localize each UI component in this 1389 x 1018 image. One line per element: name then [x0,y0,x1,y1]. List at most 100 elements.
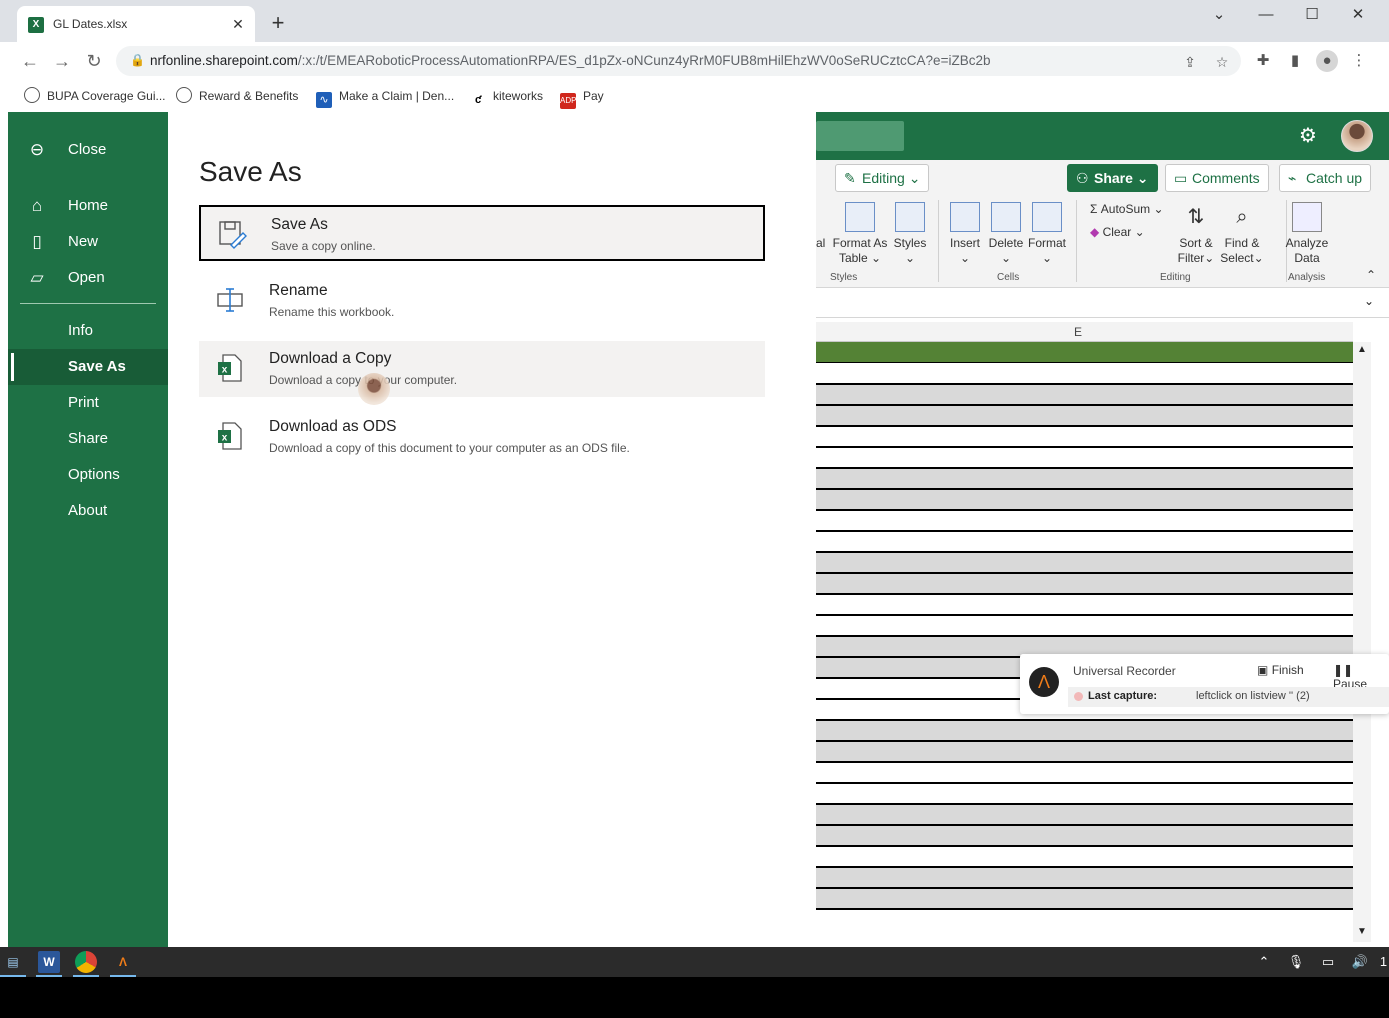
catch-up-label: Catch up [1306,170,1363,186]
editing-mode-button[interactable]: ✎ Editing ⌄ [835,164,930,192]
nav-print[interactable]: Print [8,385,168,421]
nav-label: Save As [68,358,126,375]
nav-save-as[interactable]: Save As [8,349,168,385]
nav-label: Open [68,269,105,286]
styles-button[interactable]: Styles ⌄ [892,202,928,266]
clear-button[interactable]: ◆ Clear ⌄ [1090,225,1145,240]
comments-button[interactable]: ▭ Comments [1165,164,1269,192]
notepad-icon[interactable]: ▤ [0,951,26,977]
bookmark-pay[interactable]: ADP Pay [560,86,604,109]
ods-file-icon: x [218,422,242,450]
battery-icon[interactable]: ▭ [1318,952,1338,972]
recorder-app-icon[interactable]: Λ [110,951,136,977]
delete-cells-icon [991,202,1021,232]
word-icon[interactable]: W [36,951,62,977]
sort-filter-label-2: Filter [1177,251,1205,265]
volume-icon[interactable]: 🔊 [1350,952,1370,972]
rename-option[interactable]: Rename Rename this workbook. [199,273,765,329]
insert-button[interactable]: Insert ⌄ [947,202,983,266]
option-title: Download as ODS [269,418,397,435]
side-panel-icon[interactable]: ▮ [1284,50,1306,72]
back-icon[interactable]: ← [18,49,42,73]
address-bar[interactable]: 🔒 nrfonline.sharepoint.com/:x:/t/EMEARob… [116,46,1241,76]
forward-icon[interactable]: → [50,49,74,73]
format-as-table-button[interactable]: Format As Table ⌄ [832,202,888,266]
lock-icon: 🔒 [130,53,145,67]
excel-icon: X [28,17,44,33]
option-desc: Download a copy of this document to your… [269,441,630,455]
format-button[interactable]: Format ⌄ [1028,202,1066,266]
maximize-button[interactable]: ☐ [1292,4,1332,28]
chrome-icon[interactable] [73,951,99,977]
close-window-button[interactable]: ✕ [1338,4,1378,28]
avatar[interactable] [1341,120,1373,152]
autosum-button[interactable]: Σ AutoSum ⌄ [1090,202,1164,217]
page-title: Save As [199,156,302,187]
vertical-scrollbar[interactable]: ▲ ▼ [1353,342,1371,942]
save-as-option[interactable]: Save As Save a copy online. [199,205,765,261]
share-page-icon[interactable]: ⇪ [1180,52,1200,72]
search-box[interactable] [816,121,904,151]
bookmark-claim[interactable]: ∿ Make a Claim | Den... [316,86,454,108]
new-tab-button[interactable]: + [266,12,290,36]
nav-open[interactable]: ▱ Open [8,260,168,296]
chevron-up-icon[interactable]: ⌃ [1254,952,1274,972]
finish-button[interactable]: ▣ Finish [1257,663,1304,677]
nav-info[interactable]: Info [8,313,168,349]
option-desc: Save a copy online. [271,239,376,253]
share-label: Share [1094,170,1133,186]
extensions-icon[interactable]: ✚ [1252,50,1274,72]
folder-icon: ▱ [30,268,44,287]
catch-up-button[interactable]: ⌁ Catch up [1279,164,1372,192]
menu-icon[interactable]: ⋮ [1348,50,1370,72]
bookmark-kiteworks[interactable]: ƈ kiteworks [470,86,543,106]
reload-icon[interactable]: ↻ [82,49,106,73]
styles-label: Styles [893,236,927,250]
expand-formula-icon[interactable]: ⌄ [1364,294,1374,308]
browser-tab[interactable]: X GL Dates.xlsx ✕ [17,6,255,42]
pause-icon: ❚❚ [1333,663,1354,677]
recorder-name: Universal Recorder [1073,664,1176,678]
gear-icon[interactable]: ⚙ [1296,124,1320,148]
table-format-icon [845,202,875,232]
tab-title: GL Dates.xlsx [53,17,128,31]
nav-options[interactable]: Options [8,457,168,493]
download-copy-option[interactable]: x Download a Copy Download a copy to you… [199,341,765,397]
group-cells-label: Cells [997,272,1020,283]
insert-cells-icon [950,202,980,232]
analyze-label: Analyze [1285,236,1329,250]
analyze-data-button[interactable]: Analyze Data [1284,202,1330,266]
profile-icon[interactable]: ● [1316,50,1338,72]
scroll-up-icon[interactable]: ▲ [1357,344,1367,355]
share-button[interactable]: ⚇ Share ⌄ [1067,164,1158,192]
collapse-ribbon-icon[interactable]: ⌃ [1366,268,1376,283]
url-path: /:x:/t/EMEARoboticProcessAutomationRPA/E… [297,53,991,68]
sort-filter-icon: ⇅ [1187,206,1205,228]
bookmark-reward[interactable]: Reward & Benefits [176,86,298,106]
nav-share[interactable]: Share [8,421,168,457]
home-icon: ⌂ [31,196,43,215]
nav-about[interactable]: About [8,493,168,529]
nav-close[interactable]: ⊖ Close [8,132,168,168]
delete-label: Delete [988,236,1024,250]
bookmark-star-icon[interactable]: ☆ [1212,52,1232,72]
bookmark-bupa[interactable]: BUPA Coverage Gui... [24,86,166,106]
taskbar: ▤ W Λ ⌃ 🎙 ▭ 🔊 1 [0,947,1389,977]
minimize-button[interactable]: — [1246,4,1286,28]
rename-icon [217,288,243,312]
last-capture-label: Last capture: [1088,690,1158,702]
close-tab-icon[interactable]: ✕ [229,15,247,33]
scroll-down-icon[interactable]: ▼ [1357,926,1367,937]
save-copy-icon [219,221,247,249]
download-ods-option[interactable]: x Download as ODS Download a copy of thi… [199,409,765,465]
browser-toolbar: ← → ↻ 🔒 nrfonline.sharepoint.com/:x:/t/E… [0,42,1389,80]
nav-new[interactable]: ▯ New [8,224,168,260]
find-select-button[interactable]: ⌕ Find & Select⌄ [1220,202,1264,266]
delete-button[interactable]: Delete ⌄ [988,202,1024,266]
sort-filter-button[interactable]: ⇅ Sort & Filter⌄ [1176,202,1216,266]
url-host: nrfonline.sharepoint.com [150,53,298,68]
tab-search-icon[interactable]: ⌄ [1199,4,1239,28]
microphone-icon[interactable]: 🎙 [1286,952,1306,972]
bookmarks-bar: BUPA Coverage Gui... Reward & Benefits ∿… [0,80,1389,112]
nav-home[interactable]: ⌂ Home [8,188,168,224]
